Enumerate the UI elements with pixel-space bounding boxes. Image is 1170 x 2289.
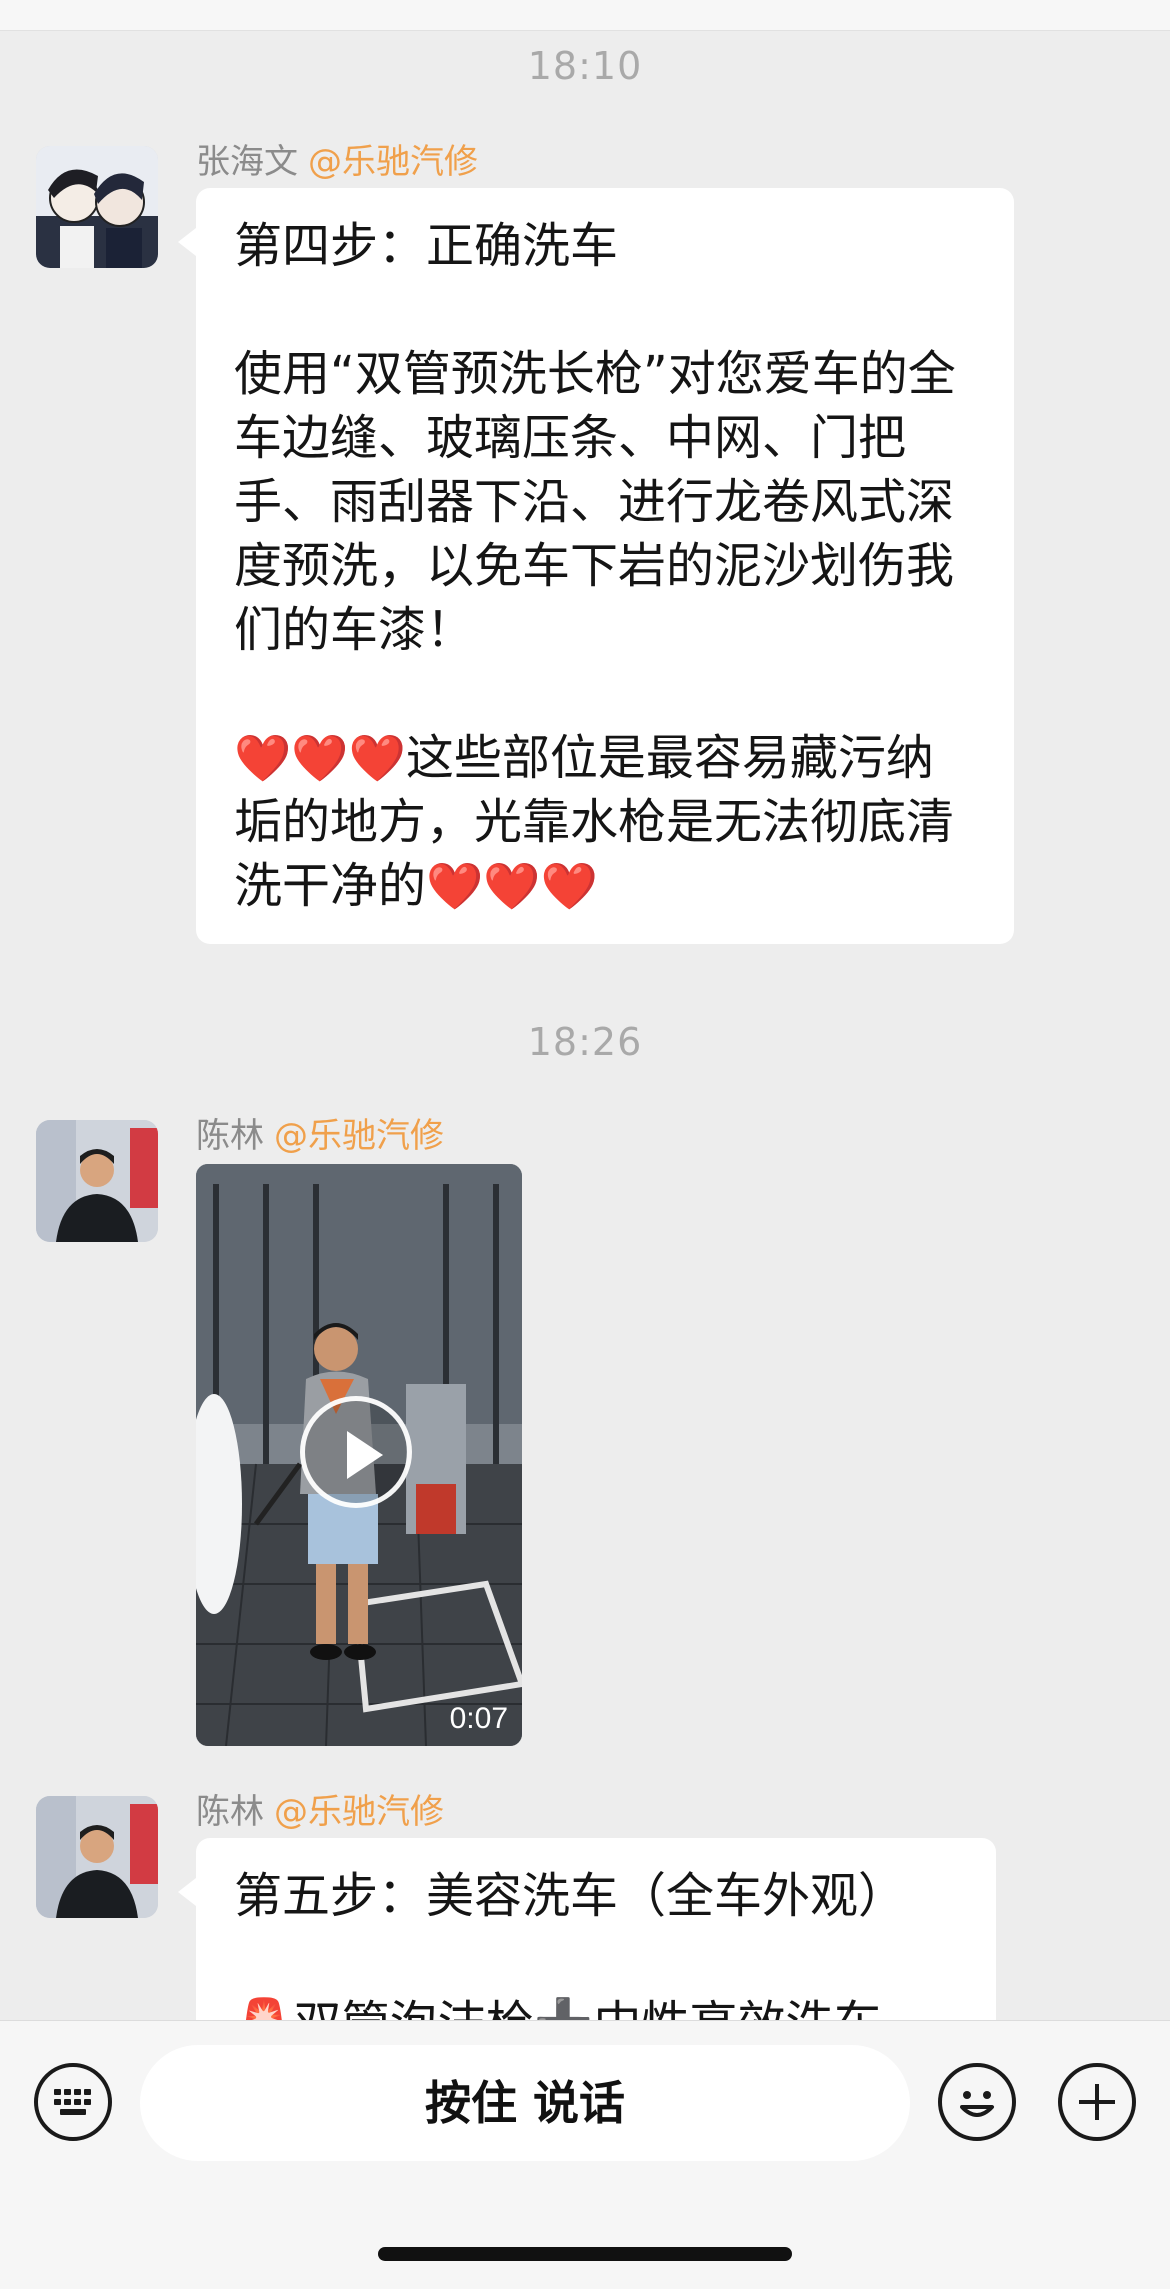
message-paragraph: ❤️❤️❤️这些部位是最容易藏污纳垢的地方，光靠水枪是无法彻底清洗干净的❤️❤️… (234, 726, 976, 918)
status-strip (0, 0, 1170, 31)
avatar-photo (36, 1796, 158, 1918)
emoji-button[interactable] (938, 2063, 1016, 2141)
sender-name-text: 陈林 (196, 1116, 264, 1156)
chat-area[interactable]: 18:10 张海文 @乐驰汽修 第四步：正确洗车 使用“双管预洗长枪”对您爱车的全… (0, 30, 1170, 2020)
keyboard-toggle-button[interactable] (34, 2063, 112, 2141)
avatar-illustration (36, 146, 158, 268)
plus-icon (1079, 2084, 1115, 2120)
heart-emoji: ❤️❤️❤️ (234, 731, 406, 785)
message-title: 第四步：正确洗车 (234, 218, 619, 274)
message-title: 第五步：美容洗车（全车外观） (234, 1868, 907, 1924)
video-duration: 0:07 (449, 1702, 508, 1735)
avatar-photo (36, 1120, 158, 1242)
input-bar: 按住 说话 (0, 2020, 1170, 2289)
hold-to-talk-button[interactable]: 按住 说话 (140, 2045, 910, 2161)
video-message[interactable]: 0:07 (196, 1164, 522, 1746)
timestamp: 18:26 (527, 1020, 643, 1064)
heart-emoji: ❤️❤️❤️ (426, 859, 598, 913)
more-button[interactable] (1058, 2063, 1136, 2141)
sender-name: 陈林 @乐驰汽修 (196, 1784, 444, 1833)
sender-name: 张海文 @乐驰汽修 (196, 134, 478, 183)
play-icon[interactable] (300, 1396, 412, 1508)
avatar[interactable] (36, 146, 158, 268)
home-indicator (378, 2247, 792, 2261)
sender-name-text: 张海文 (196, 142, 298, 182)
sender-name-text: 陈林 (196, 1792, 264, 1832)
avatar[interactable] (36, 1796, 158, 1918)
sender-name: 陈林 @乐驰汽修 (196, 1108, 444, 1157)
keyboard-icon (54, 2089, 91, 2115)
message-paragraph: 使用“双管预洗长枪”对您爱车的全车边缝、玻璃压条、中网、门把手、雨刮器下沿、进行… (234, 346, 956, 658)
avatar[interactable] (36, 1120, 158, 1242)
message-bubble[interactable]: 第四步：正确洗车 使用“双管预洗长枪”对您爱车的全车边缝、玻璃压条、中网、门把手… (178, 188, 1014, 944)
mention-tag[interactable]: @乐驰汽修 (308, 142, 478, 182)
message-bubble[interactable]: 第五步：美容洗车（全车外观） 🚨双管泡沫枪➕中性高效洗车 (178, 1838, 996, 2020)
timestamp: 18:10 (527, 44, 643, 88)
mention-tag[interactable]: @乐驰汽修 (274, 1116, 444, 1156)
mention-tag[interactable]: @乐驰汽修 (274, 1792, 444, 1832)
message-paragraph: 🚨双管泡沫枪➕中性高效洗车 (234, 1992, 958, 2020)
emoji-icon (960, 2091, 994, 2117)
